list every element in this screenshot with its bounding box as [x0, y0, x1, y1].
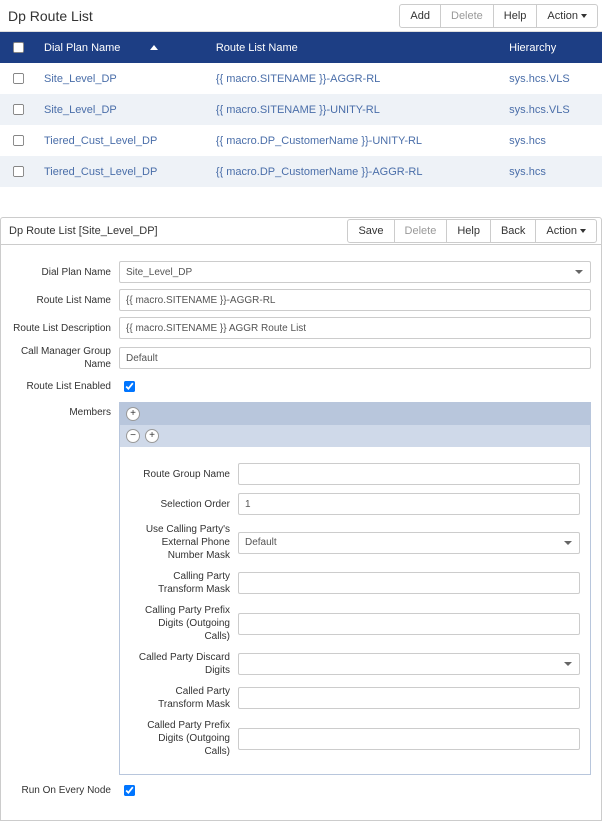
- label-cm-group-name: Call Manager Group Name: [11, 345, 119, 371]
- cell-dialplan: Site_Level_DP: [36, 94, 208, 125]
- col-dial-plan[interactable]: Dial Plan Name: [36, 32, 208, 63]
- label-use-calling-party: Use Calling Party's External Phone Numbe…: [130, 523, 238, 562]
- label-route-list-enabled: Route List Enabled: [11, 380, 119, 393]
- cell-routelist: {{ macro.DP_CustomerName }}-UNITY-RL: [208, 125, 501, 156]
- sort-asc-icon: [150, 45, 158, 50]
- select-all-header: [0, 32, 36, 63]
- calling-party-transform-input[interactable]: [238, 572, 580, 594]
- cell-routelist: {{ macro.SITENAME }}-AGGR-RL: [208, 63, 501, 94]
- list-toolbar: Dp Route List Add Delete Help Action: [0, 0, 602, 32]
- route-list-desc-input[interactable]: [119, 317, 591, 339]
- row-checkbox[interactable]: [13, 135, 24, 146]
- detail-help-button[interactable]: Help: [446, 219, 491, 243]
- chevron-down-icon: [580, 229, 586, 233]
- toolbar-buttons: Add Delete Help Action: [400, 4, 598, 28]
- table-header-row: Dial Plan Name Route List Name Hierarchy: [0, 32, 602, 63]
- cell-hierarchy: sys.hcs.VLS: [501, 94, 602, 125]
- cell-hierarchy: sys.hcs: [501, 156, 602, 187]
- col-label: Dial Plan Name: [44, 42, 120, 54]
- label-members: Members: [11, 402, 119, 419]
- label-dial-plan-name: Dial Plan Name: [11, 266, 119, 279]
- row-checkbox[interactable]: [13, 73, 24, 84]
- called-party-discard-select[interactable]: [238, 653, 580, 675]
- add-member-button[interactable]: +: [126, 407, 140, 421]
- detail-title: Dp Route List [Site_Level_DP]: [9, 225, 348, 237]
- cell-routelist: {{ macro.SITENAME }}-UNITY-RL: [208, 94, 501, 125]
- label-route-group-name: Route Group Name: [130, 468, 238, 481]
- row-checkbox[interactable]: [13, 104, 24, 115]
- page-title: Dp Route List: [8, 8, 400, 24]
- select-all-checkbox[interactable]: [13, 42, 24, 53]
- back-button[interactable]: Back: [490, 219, 536, 243]
- called-party-prefix-input[interactable]: [238, 728, 580, 750]
- detail-delete-button[interactable]: Delete: [394, 219, 448, 243]
- table-row[interactable]: Site_Level_DP {{ macro.SITENAME }}-AGGR-…: [0, 63, 602, 94]
- cell-hierarchy: sys.hcs.VLS: [501, 63, 602, 94]
- table-row[interactable]: Tiered_Cust_Level_DP {{ macro.DP_Custome…: [0, 125, 602, 156]
- route-list-name-input[interactable]: [119, 289, 591, 311]
- delete-button[interactable]: Delete: [440, 4, 494, 28]
- use-calling-party-select[interactable]: [238, 532, 580, 554]
- members-body: Route Group Name Selection Order Use Cal…: [120, 447, 590, 774]
- col-hierarchy[interactable]: Hierarchy: [501, 32, 602, 63]
- route-group-name-input[interactable]: [238, 463, 580, 485]
- calling-party-prefix-input[interactable]: [238, 613, 580, 635]
- members-header: +: [120, 403, 590, 425]
- cell-dialplan: Tiered_Cust_Level_DP: [36, 156, 208, 187]
- col-route-list[interactable]: Route List Name: [208, 32, 501, 63]
- members-panel: + − + Route Group Name Selection Order: [119, 402, 591, 775]
- selection-order-input[interactable]: [238, 493, 580, 515]
- label-run-every-node: Run On Every Node: [11, 784, 119, 797]
- route-list-enabled-checkbox[interactable]: [124, 381, 135, 392]
- label-called-party-prefix: Called Party Prefix Digits (Outgoing Cal…: [130, 719, 238, 758]
- chevron-down-icon: [581, 14, 587, 18]
- label-route-list-desc: Route List Description: [11, 322, 119, 335]
- add-member-inline-button[interactable]: +: [145, 429, 159, 443]
- cell-dialplan: Tiered_Cust_Level_DP: [36, 125, 208, 156]
- label-route-list-name: Route List Name: [11, 294, 119, 307]
- action-label: Action: [547, 10, 578, 22]
- detail-buttons: Save Delete Help Back Action: [348, 219, 597, 243]
- route-list-table: Dial Plan Name Route List Name Hierarchy…: [0, 32, 602, 187]
- cell-routelist: {{ macro.DP_CustomerName }}-AGGR-RL: [208, 156, 501, 187]
- label-calling-party-transform: Calling Party Transform Mask: [130, 570, 238, 596]
- detail-action-button[interactable]: Action: [535, 219, 597, 243]
- save-button[interactable]: Save: [347, 219, 394, 243]
- label-selection-order: Selection Order: [130, 498, 238, 511]
- help-button[interactable]: Help: [493, 4, 538, 28]
- called-party-transform-input[interactable]: [238, 687, 580, 709]
- row-checkbox[interactable]: [13, 166, 24, 177]
- action-label: Action: [546, 225, 577, 237]
- table-row[interactable]: Tiered_Cust_Level_DP {{ macro.DP_Custome…: [0, 156, 602, 187]
- detail-toolbar: Dp Route List [Site_Level_DP] Save Delet…: [0, 217, 602, 245]
- detail-form: Dial Plan Name Route List Name Route Lis…: [0, 245, 602, 821]
- label-called-party-discard: Called Party Discard Digits: [130, 651, 238, 677]
- members-sub-header: − +: [120, 425, 590, 447]
- label-calling-party-prefix: Calling Party Prefix Digits (Outgoing Ca…: [130, 604, 238, 643]
- cell-hierarchy: sys.hcs: [501, 125, 602, 156]
- cm-group-name-input[interactable]: [119, 347, 591, 369]
- run-every-node-checkbox[interactable]: [124, 785, 135, 796]
- table-row[interactable]: Site_Level_DP {{ macro.SITENAME }}-UNITY…: [0, 94, 602, 125]
- dial-plan-name-select[interactable]: [119, 261, 591, 283]
- action-button[interactable]: Action: [536, 4, 598, 28]
- label-called-party-transform: Called Party Transform Mask: [130, 685, 238, 711]
- cell-dialplan: Site_Level_DP: [36, 63, 208, 94]
- remove-member-button[interactable]: −: [126, 429, 140, 443]
- add-button[interactable]: Add: [399, 4, 441, 28]
